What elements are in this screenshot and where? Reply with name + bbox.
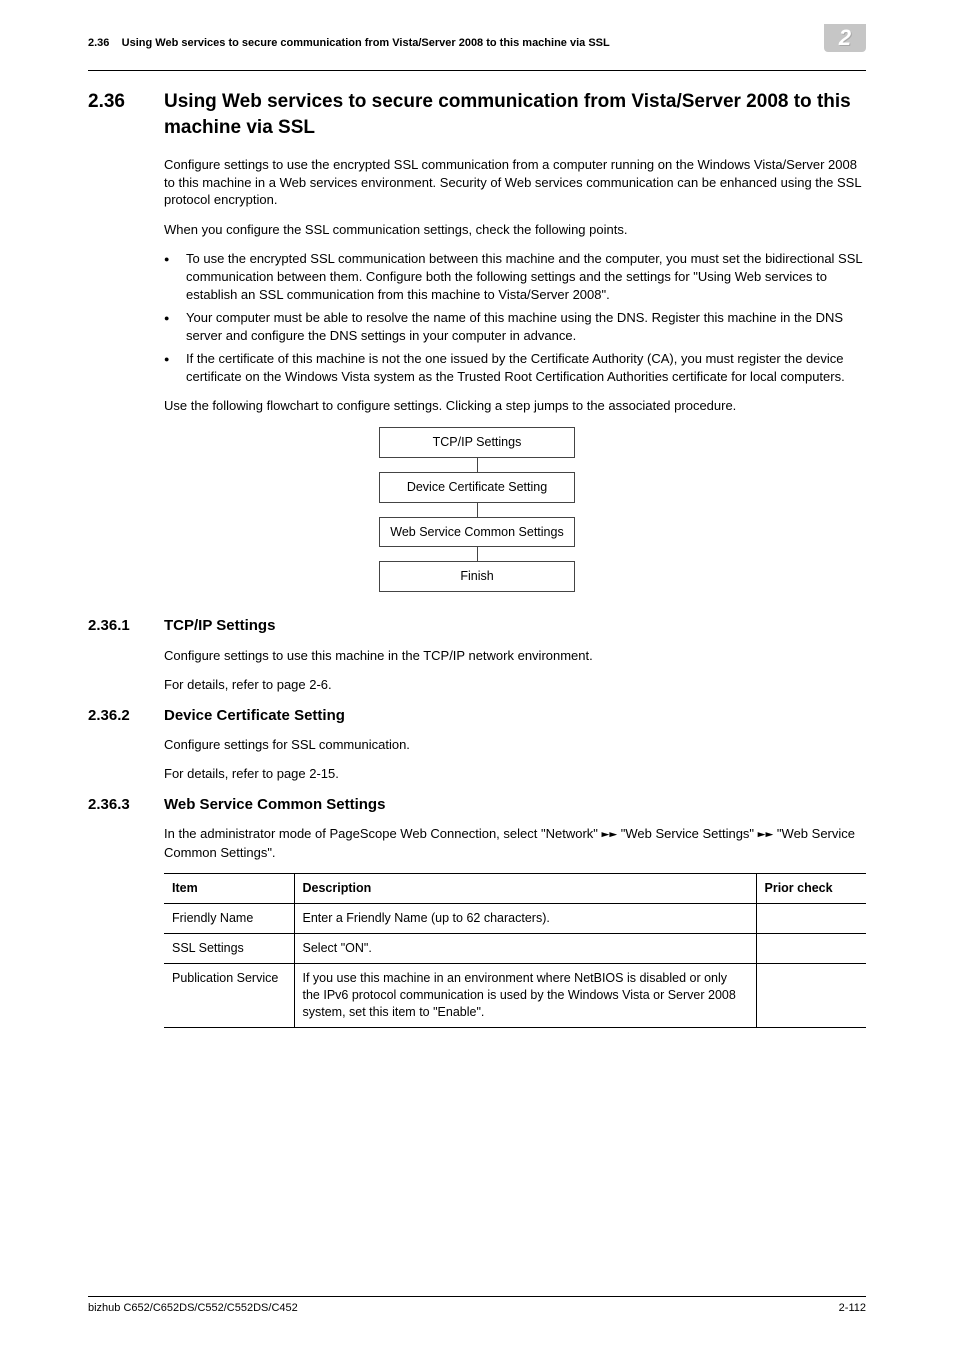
flow-connector	[477, 458, 478, 472]
arrow-icon: ►►	[758, 827, 774, 842]
flowchart: TCP/IP Settings Device Certificate Setti…	[88, 427, 866, 593]
footer-model: bizhub C652/C652DS/C552/C552DS/C452	[88, 1301, 298, 1316]
subsection-title: TCP/IP Settings	[164, 616, 275, 636]
flow-step-web-service[interactable]: Web Service Common Settings	[379, 517, 575, 548]
bullet-item: Your computer must be able to resolve th…	[164, 309, 866, 344]
subsection-title: Device Certificate Setting	[164, 706, 345, 726]
sec1-para-1: Configure settings to use this machine i…	[164, 647, 866, 665]
sec1-para-2: For details, refer to page 2-6.	[164, 676, 866, 694]
cell-description: Enter a Friendly Name (up to 62 characte…	[294, 904, 756, 934]
sec3-para-part-a: In the administrator mode of PageScope W…	[164, 826, 602, 841]
bullet-item: To use the encrypted SSL communication b…	[164, 250, 866, 303]
flow-step-finish: Finish	[379, 561, 575, 592]
table-row: Publication Service If you use this mach…	[164, 964, 866, 1028]
intro-paragraph-2: When you configure the SSL communication…	[164, 221, 866, 239]
sec2-para-2: For details, refer to page 2-15.	[164, 765, 866, 783]
col-header-description: Description	[294, 874, 756, 904]
section-number: 2.36	[88, 89, 146, 140]
subsection-title: Web Service Common Settings	[164, 795, 385, 815]
running-header-text: 2.36 Using Web services to secure commun…	[88, 30, 610, 51]
flow-step-device-cert[interactable]: Device Certificate Setting	[379, 472, 575, 503]
cell-prior-check	[756, 904, 866, 934]
cell-description: Select "ON".	[294, 934, 756, 964]
sec3-para-part-b: "Web Service Settings"	[617, 826, 758, 841]
bullet-item: If the certificate of this machine is no…	[164, 350, 866, 385]
flow-step-tcpip[interactable]: TCP/IP Settings	[379, 427, 575, 458]
settings-table: Item Description Prior check Friendly Na…	[164, 873, 866, 1027]
subsection-heading: 2.36.3 Web Service Common Settings	[88, 795, 866, 815]
subsection-heading: 2.36.1 TCP/IP Settings	[88, 616, 866, 636]
subsection-number: 2.36.2	[88, 706, 146, 726]
page-footer: bizhub C652/C652DS/C552/C552DS/C452 2-11…	[88, 1296, 866, 1316]
cell-prior-check	[756, 964, 866, 1028]
sec3-para-1: In the administrator mode of PageScope W…	[164, 825, 866, 861]
cell-item: Friendly Name	[164, 904, 294, 934]
flowchart-intro: Use the following flowchart to configure…	[164, 397, 866, 415]
running-header-title: Using Web services to secure communicati…	[122, 37, 610, 49]
bullet-list: To use the encrypted SSL communication b…	[164, 250, 866, 385]
cell-item: SSL Settings	[164, 934, 294, 964]
flow-connector	[477, 547, 478, 561]
running-header: 2.36 Using Web services to secure commun…	[88, 30, 866, 52]
subsection-heading: 2.36.2 Device Certificate Setting	[88, 706, 866, 726]
subsection-number: 2.36.1	[88, 616, 146, 636]
cell-prior-check	[756, 934, 866, 964]
intro-paragraph-1: Configure settings to use the encrypted …	[164, 156, 866, 209]
arrow-icon: ►►	[602, 827, 618, 842]
section-title: Using Web services to secure communicati…	[164, 89, 866, 140]
sec2-para-1: Configure settings for SSL communication…	[164, 736, 866, 754]
subsection-number: 2.36.3	[88, 795, 146, 815]
cell-description: If you use this machine in an environmen…	[294, 964, 756, 1028]
table-row: Friendly Name Enter a Friendly Name (up …	[164, 904, 866, 934]
section-heading: 2.36 Using Web services to secure commun…	[88, 89, 866, 140]
chapter-tab: 2	[824, 24, 866, 52]
col-header-item: Item	[164, 874, 294, 904]
col-header-prior-check: Prior check	[756, 874, 866, 904]
table-header-row: Item Description Prior check	[164, 874, 866, 904]
flow-connector	[477, 503, 478, 517]
running-header-secnum: 2.36	[88, 37, 109, 49]
table-row: SSL Settings Select "ON".	[164, 934, 866, 964]
cell-item: Publication Service	[164, 964, 294, 1028]
footer-page-number: 2-112	[839, 1301, 866, 1316]
header-rule	[88, 70, 866, 71]
